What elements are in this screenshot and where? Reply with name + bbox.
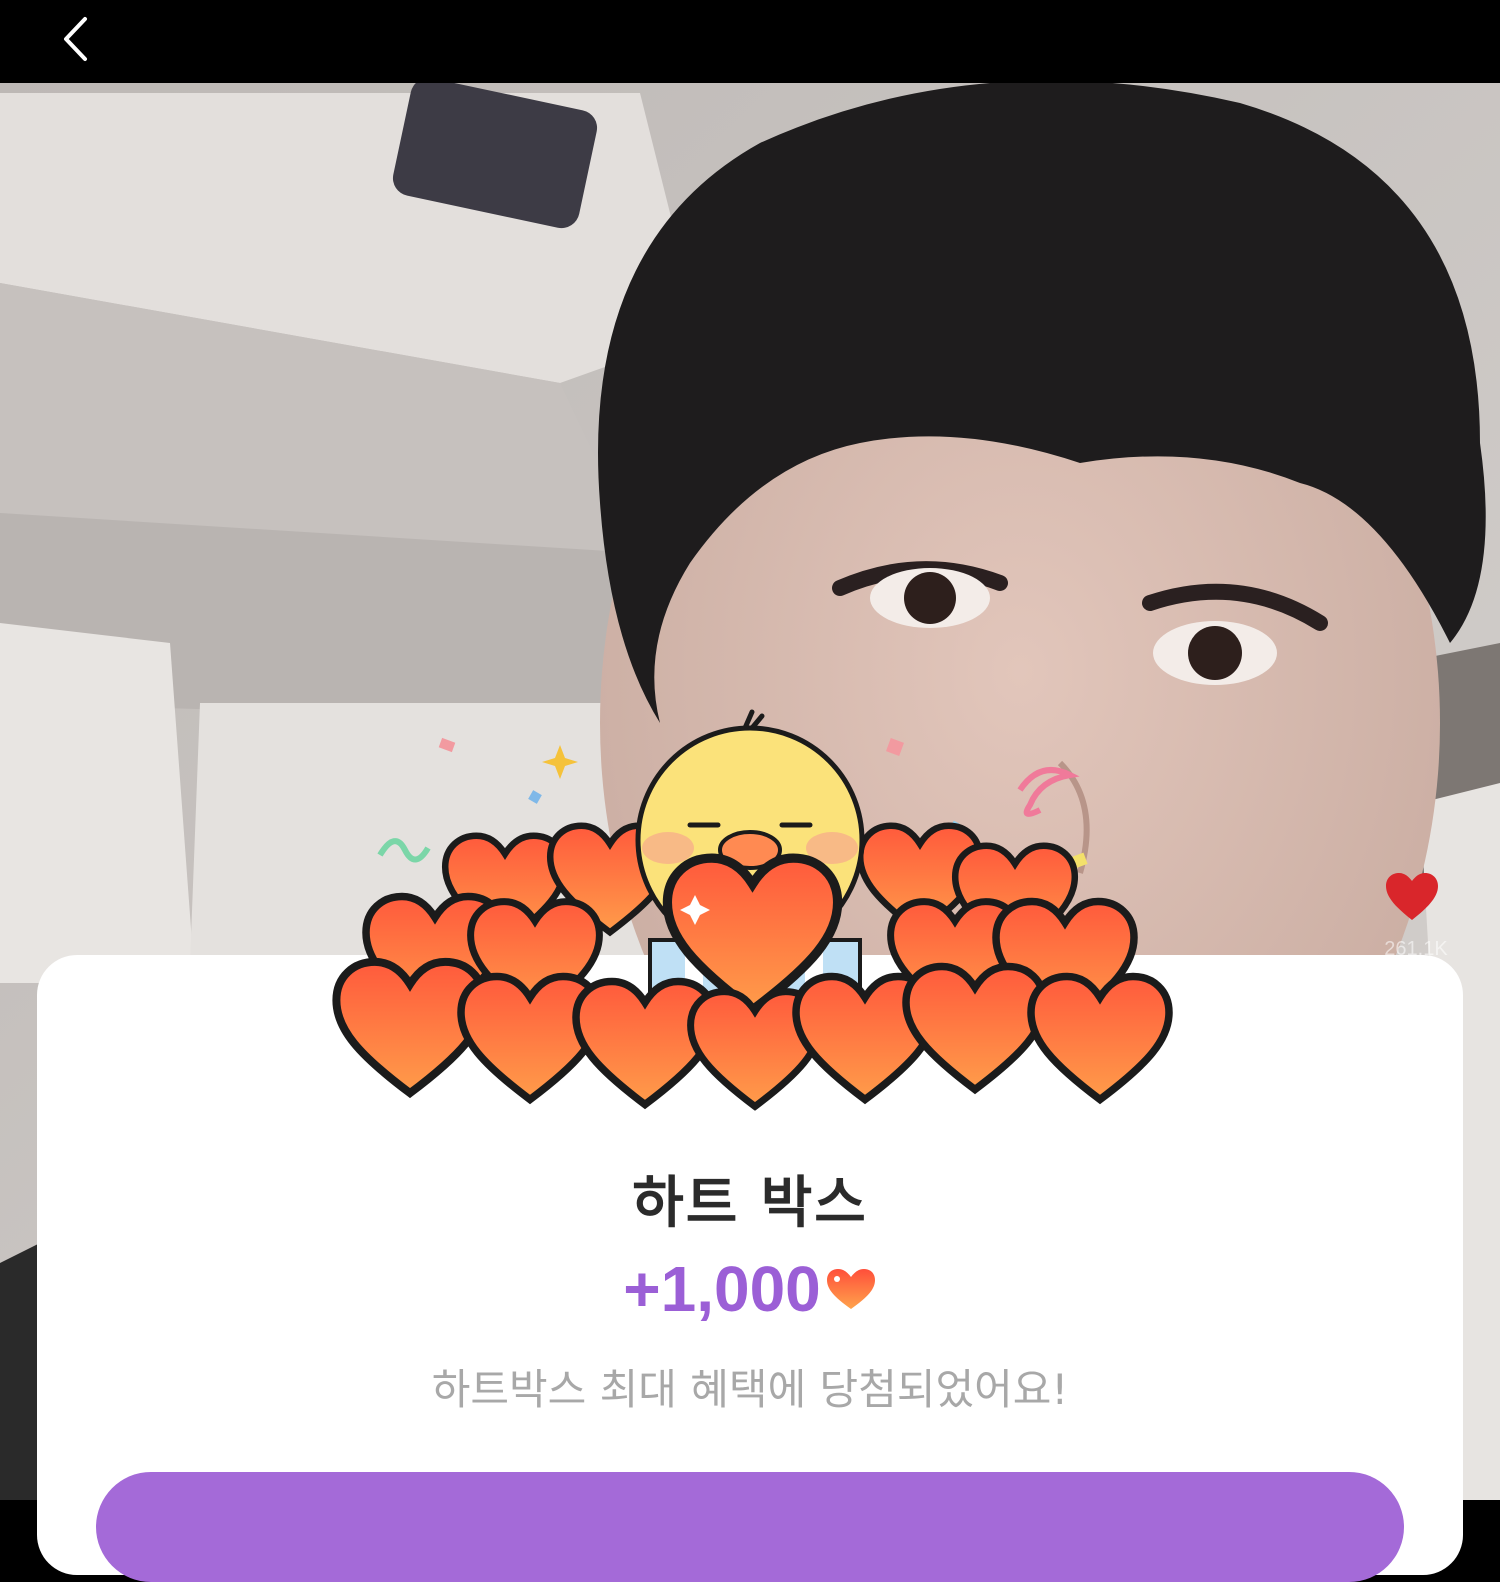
heart-box-illustration: [300, 709, 1200, 1120]
chevron-left-icon[interactable]: [52, 10, 112, 70]
heart-icon: [826, 1269, 875, 1309]
confirm-button[interactable]: [96, 1472, 1404, 1582]
popup-title: 하트 박스: [632, 1171, 868, 1236]
heart-icon[interactable]: [1384, 872, 1440, 922]
top-bar: [0, 0, 1500, 83]
reward-amount: +1,000: [623, 1253, 821, 1325]
popup-message: 하트박스 최대 혜택에 당첨되었어요!: [431, 1365, 1069, 1414]
reward-row: +1,000: [0, 1252, 1500, 1326]
